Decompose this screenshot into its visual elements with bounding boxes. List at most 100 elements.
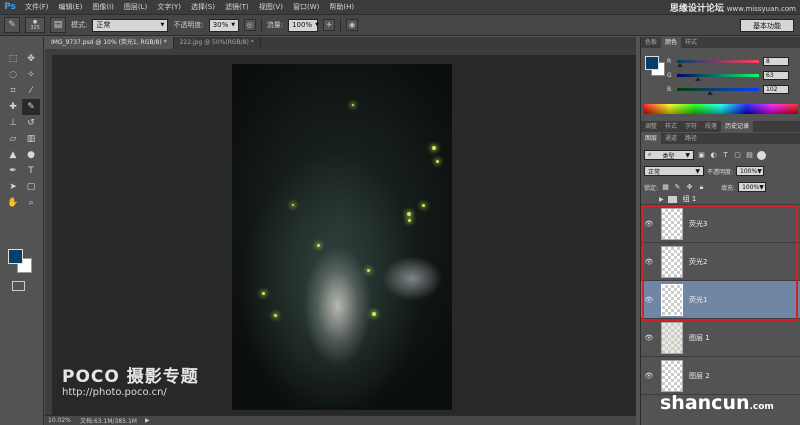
brush-size-value: 325: [30, 25, 40, 31]
tab-styles-2[interactable]: 样式: [661, 121, 681, 132]
color-spectrum[interactable]: [644, 104, 798, 114]
airbrush-icon[interactable]: ✈: [323, 19, 336, 31]
tab-history[interactable]: 历史记录: [721, 121, 754, 132]
flow-input[interactable]: 100% ▼: [288, 18, 319, 32]
history-brush-tool-icon[interactable]: ↺: [22, 115, 40, 131]
menu-layer[interactable]: 图层(L): [119, 0, 152, 14]
menu-filter[interactable]: 滤镜(T): [220, 0, 254, 14]
layer-row-glow2[interactable]: 👁︎ 荧光2: [641, 243, 800, 281]
clone-stamp-tool-icon[interactable]: ⊥: [4, 115, 22, 131]
crop-tool-icon[interactable]: ⌗: [4, 83, 22, 99]
layer-row-glow3[interactable]: 👁︎ 荧光3: [641, 205, 800, 243]
menu-file[interactable]: 文件(F): [20, 0, 54, 14]
tab-img-9737[interactable]: IMG_9737.psd @ 10% (荧光1, RGB/8) *: [45, 37, 174, 49]
move-tool-icon[interactable]: ✥: [22, 51, 40, 67]
tab-swatches[interactable]: 色板: [641, 37, 661, 48]
menu-type[interactable]: 文字(Y): [152, 0, 186, 14]
layer-row-layer2[interactable]: 👁︎ 图层 2: [641, 357, 800, 395]
shape-tool-icon[interactable]: ▢: [22, 179, 40, 195]
layer-filter-select[interactable]: ⌕ 类型 ▼: [644, 150, 694, 160]
filter-adjustment-icon[interactable]: ◐: [709, 151, 718, 160]
canvas-area[interactable]: [52, 55, 636, 415]
layer-row-group[interactable]: ▶ 组 1: [641, 194, 800, 205]
tab-paths[interactable]: 路径: [681, 133, 701, 144]
brush-panel-icon[interactable]: ▤: [50, 17, 66, 33]
brush-preset-picker[interactable]: ● 325: [25, 17, 45, 33]
marquee-tool-icon[interactable]: ⬚: [4, 51, 22, 67]
ruler-vertical: [45, 49, 52, 415]
lock-position-icon[interactable]: ✥: [685, 183, 694, 192]
filter-shape-icon[interactable]: ▢: [733, 151, 742, 160]
tab-paragraph[interactable]: 段落: [701, 121, 721, 132]
filter-pixel-icon[interactable]: ▣: [697, 151, 706, 160]
eraser-tool-icon[interactable]: ▱: [4, 131, 22, 147]
fill-input[interactable]: 100% ▼: [738, 182, 767, 192]
green-value[interactable]: 63: [763, 70, 789, 80]
tab-color[interactable]: 颜色: [661, 37, 682, 48]
visibility-eye-icon[interactable]: 👁︎: [641, 296, 657, 304]
tab-222[interactable]: 222.jpg @ 50%(RGB/8) *: [174, 37, 261, 49]
filter-smart-object-icon[interactable]: ▤: [745, 151, 754, 160]
pen-tool-icon[interactable]: ✒: [4, 163, 22, 179]
layer-opacity-input[interactable]: 100% ▼: [736, 166, 765, 176]
lock-image-icon[interactable]: ✎: [673, 183, 682, 192]
gradient-tool-icon[interactable]: ▥: [22, 131, 40, 147]
panel-foreground-color[interactable]: [645, 56, 659, 70]
zoom-level[interactable]: 10.02%: [48, 417, 72, 424]
visibility-eye-icon[interactable]: 👁︎: [641, 258, 657, 266]
tab-channels[interactable]: 通道: [661, 133, 681, 144]
layer-row-layer1[interactable]: 👁︎ 图层 1: [641, 319, 800, 357]
menu-edit[interactable]: 编辑(E): [54, 0, 88, 14]
visibility-eye-icon[interactable]: 👁︎: [641, 372, 657, 380]
workspace-switcher[interactable]: 基本功能: [740, 19, 794, 32]
tab-adjustments[interactable]: 调整: [641, 121, 661, 132]
blue-value[interactable]: 102: [763, 84, 789, 94]
pressure-size-icon[interactable]: ◉: [346, 19, 359, 31]
layer-name: 图层 1: [689, 333, 710, 342]
visibility-eye-icon[interactable]: 👁︎: [641, 220, 657, 228]
document-photo[interactable]: [232, 64, 452, 410]
hand-tool-icon[interactable]: ✋: [4, 195, 22, 211]
menu-select[interactable]: 选择(S): [186, 0, 220, 14]
visibility-eye-icon[interactable]: 👁︎: [641, 334, 657, 342]
red-slider-thumb[interactable]: [677, 62, 683, 67]
quick-mask-icon[interactable]: [12, 281, 25, 291]
pressure-opacity-icon[interactable]: ◎: [243, 19, 256, 31]
menu-window[interactable]: 窗口(W): [288, 0, 324, 14]
blue-slider[interactable]: [677, 87, 759, 95]
lock-transparent-icon[interactable]: ▦: [661, 183, 670, 192]
tab-character[interactable]: 字符: [681, 121, 701, 132]
blur-tool-icon[interactable]: ▲: [4, 147, 22, 163]
foreground-color-swatch[interactable]: [8, 249, 23, 264]
healing-brush-tool-icon[interactable]: ✚: [4, 99, 22, 115]
blend-mode-select[interactable]: 正常 ▼: [644, 166, 704, 176]
filter-toggle[interactable]: [757, 150, 766, 160]
path-selection-tool-icon[interactable]: ➤: [4, 179, 22, 195]
lock-all-icon[interactable]: 🔒︎: [697, 183, 706, 192]
tab-styles[interactable]: 样式: [681, 37, 701, 48]
menu-image[interactable]: 图像(I): [87, 0, 119, 14]
tab-layers[interactable]: 图层: [641, 133, 662, 144]
green-slider[interactable]: [677, 73, 759, 81]
opacity-input[interactable]: 30% ▼: [208, 18, 239, 32]
status-arrow-icon[interactable]: ▶: [145, 417, 150, 424]
dodge-tool-icon[interactable]: ●: [22, 147, 40, 163]
layer-row-glow1[interactable]: 👁︎ 荧光1: [641, 281, 800, 319]
red-slider[interactable]: [677, 59, 759, 67]
green-slider-thumb[interactable]: [695, 76, 701, 81]
red-value[interactable]: 8: [763, 56, 789, 66]
filter-type-icon[interactable]: T: [721, 151, 730, 160]
lasso-tool-icon[interactable]: ◌: [4, 67, 22, 83]
brush-tool-icon[interactable]: ✎: [4, 17, 20, 33]
magic-wand-tool-icon[interactable]: ✧: [22, 67, 40, 83]
type-tool-icon[interactable]: T: [22, 163, 40, 179]
menu-view[interactable]: 视图(V): [254, 0, 288, 14]
mode-select[interactable]: 正常 ▼: [92, 18, 169, 32]
eyedropper-tool-icon[interactable]: ⁄: [22, 83, 40, 99]
expand-arrow-icon[interactable]: ▶: [659, 196, 664, 203]
brush-tool-icon[interactable]: ✎: [22, 99, 40, 115]
zoom-tool-icon[interactable]: ⌕: [22, 195, 40, 211]
blue-slider-thumb[interactable]: [707, 90, 713, 95]
firefly-glow: [436, 160, 439, 163]
menu-help[interactable]: 帮助(H): [324, 0, 359, 14]
